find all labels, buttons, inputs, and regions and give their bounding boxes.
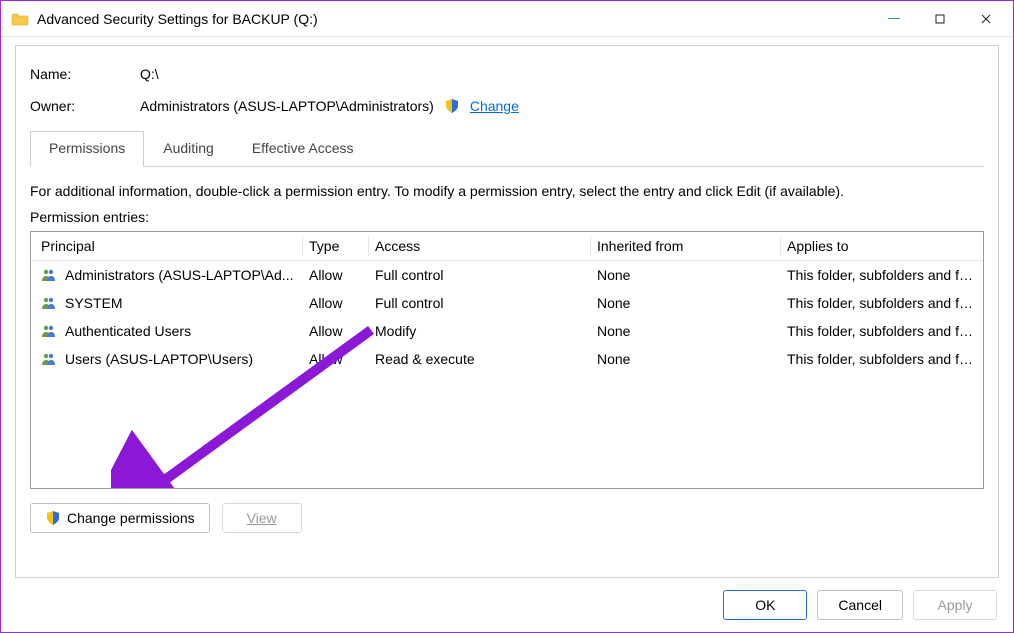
shield-icon xyxy=(444,98,460,114)
permission-entries-list[interactable]: Principal Type Access Inherited from App… xyxy=(30,231,984,489)
change-permissions-button[interactable]: Change permissions xyxy=(30,503,210,533)
applies-cell: This folder, subfolders and files xyxy=(781,321,979,341)
type-cell: Allow xyxy=(303,321,369,341)
shield-icon xyxy=(45,510,61,526)
name-label: Name: xyxy=(30,66,140,82)
access-cell: Full control xyxy=(369,265,591,285)
principal-text: Administrators (ASUS-LAPTOP\Ad... xyxy=(65,267,293,283)
cancel-button[interactable]: Cancel xyxy=(817,590,903,620)
dialog-body: Name: Q:\ Owner: Administrators (ASUS-LA… xyxy=(15,45,999,578)
principal-text: Authenticated Users xyxy=(65,323,191,339)
titlebar: Advanced Security Settings for BACKUP (Q… xyxy=(1,1,1013,37)
view-label: View xyxy=(247,510,277,526)
inherited-cell: None xyxy=(591,321,781,341)
list-header: Principal Type Access Inherited from App… xyxy=(31,232,983,261)
access-cell: Full control xyxy=(369,293,591,313)
col-access[interactable]: Access xyxy=(369,236,591,256)
tabstrip: Permissions Auditing Effective Access xyxy=(30,130,984,167)
access-cell: Read & execute xyxy=(369,349,591,369)
applies-cell: This folder, subfolders and files xyxy=(781,349,979,369)
change-permissions-label: Change permissions xyxy=(67,510,195,526)
apply-button[interactable]: Apply xyxy=(913,590,997,620)
window-title: Advanced Security Settings for BACKUP (Q… xyxy=(37,11,871,27)
inherited-cell: None xyxy=(591,265,781,285)
type-cell: Allow xyxy=(303,265,369,285)
close-button[interactable] xyxy=(963,3,1009,35)
tab-effective-access[interactable]: Effective Access xyxy=(233,131,373,167)
tab-auditing[interactable]: Auditing xyxy=(144,131,233,167)
col-applies[interactable]: Applies to xyxy=(781,236,979,256)
table-row[interactable]: Administrators (ASUS-LAPTOP\Ad... AllowFu… xyxy=(31,261,983,289)
table-row[interactable]: Authenticated Users AllowModifyNoneThis f… xyxy=(31,317,983,345)
maximize-button[interactable] xyxy=(917,3,963,35)
name-value: Q:\ xyxy=(140,66,159,82)
inherited-cell: None xyxy=(591,293,781,313)
owner-row: Owner: Administrators (ASUS-LAPTOP\Admin… xyxy=(30,98,984,114)
entry-button-row: Change permissions View xyxy=(30,503,984,533)
access-cell: Modify xyxy=(369,321,591,341)
table-row[interactable]: Users (ASUS-LAPTOP\Users) AllowRead & exe… xyxy=(31,345,983,373)
applies-cell: This folder, subfolders and files xyxy=(781,293,979,313)
ok-button[interactable]: OK xyxy=(723,590,807,620)
owner-value: Administrators (ASUS-LAPTOP\Administrato… xyxy=(140,98,434,114)
tab-permissions[interactable]: Permissions xyxy=(30,131,144,167)
col-type[interactable]: Type xyxy=(303,236,369,256)
view-button[interactable]: View xyxy=(222,503,302,533)
col-inherited[interactable]: Inherited from xyxy=(591,236,781,256)
inherited-cell: None xyxy=(591,349,781,369)
dialog-footer: OK Cancel Apply xyxy=(723,590,997,620)
folder-icon xyxy=(11,12,29,26)
principal-text: Users (ASUS-LAPTOP\Users) xyxy=(65,351,253,367)
col-principal[interactable]: Principal xyxy=(35,236,303,256)
applies-cell: This folder, subfolders and files xyxy=(781,265,979,285)
principal-text: SYSTEM xyxy=(65,295,123,311)
owner-label: Owner: xyxy=(30,98,140,114)
window-buttons xyxy=(871,3,1009,35)
table-row[interactable]: SYSTEM AllowFull controlNoneThis folder, … xyxy=(31,289,983,317)
name-row: Name: Q:\ xyxy=(30,66,984,82)
window-frame: Advanced Security Settings for BACKUP (Q… xyxy=(0,0,1014,633)
entries-label: Permission entries: xyxy=(30,209,984,225)
type-cell: Allow xyxy=(303,349,369,369)
info-text: For additional information, double-click… xyxy=(30,183,984,199)
type-cell: Allow xyxy=(303,293,369,313)
change-owner-link[interactable]: Change xyxy=(470,98,519,114)
minimize-button[interactable] xyxy=(871,3,917,35)
